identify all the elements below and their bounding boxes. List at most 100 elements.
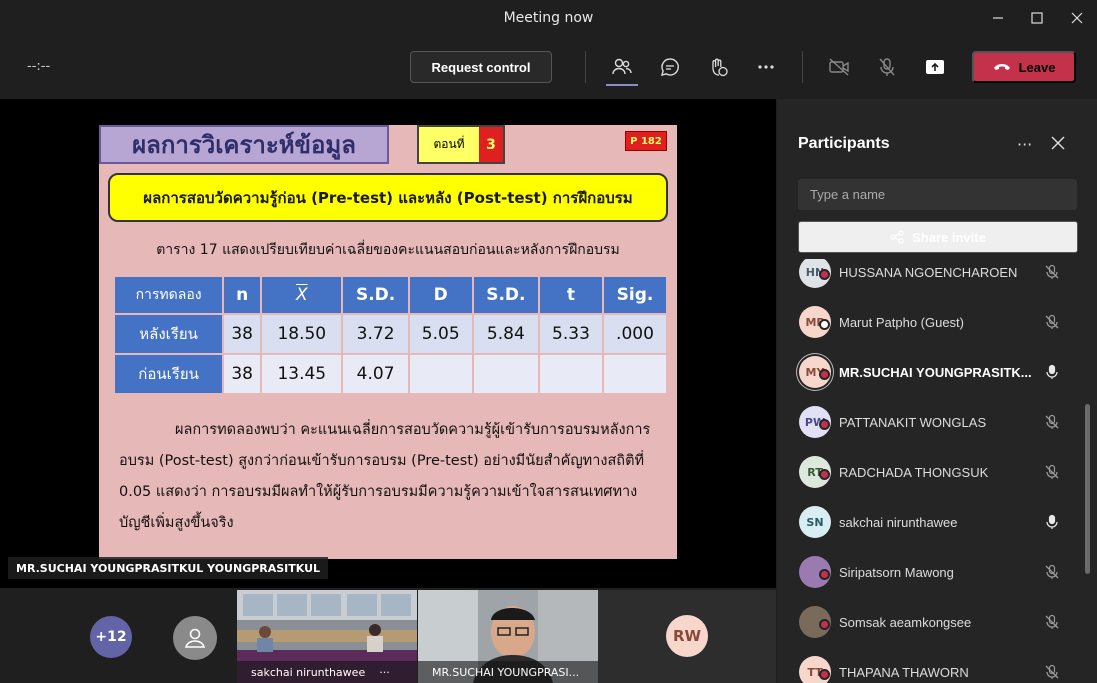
- mean-symbol: X: [295, 285, 308, 305]
- share-invite-button[interactable]: Share invite: [798, 221, 1078, 253]
- presence-status-badge: [819, 669, 830, 680]
- participant-row[interactable]: PW PATTANAKIT WONGLAS: [777, 397, 1077, 447]
- video-tile-name: sakchai nirunthawee ···: [237, 661, 417, 683]
- minimize-button[interactable]: [978, 0, 1018, 35]
- table-cell: ก่อนเรียน: [112, 353, 225, 395]
- share-invite-label: Share invite: [912, 229, 986, 245]
- share-icon: [890, 230, 904, 244]
- table-cell: [537, 353, 604, 395]
- participant-row[interactable]: MP Marut Patpho (Guest): [777, 297, 1077, 347]
- reactions-button[interactable]: [702, 51, 734, 83]
- table-cell: 4.07: [341, 353, 410, 395]
- request-control-button[interactable]: Request control: [410, 51, 552, 83]
- panel-close-button[interactable]: [1051, 135, 1065, 154]
- panel-title: Participants: [798, 135, 890, 152]
- video-tile[interactable]: MR.SUCHAI YOUNGPRASI...: [418, 590, 598, 683]
- table-header: n: [222, 275, 263, 315]
- mic-off-icon: [1043, 313, 1061, 331]
- participants-button[interactable]: [606, 51, 638, 86]
- part-label: ตอนที่: [433, 137, 465, 151]
- hang-up-icon: [993, 64, 1010, 70]
- table-row: ก่อนเรียน 38 13.45 4.07: [112, 353, 669, 395]
- chat-button[interactable]: [654, 51, 686, 83]
- participant-name: Marut Patpho (Guest): [839, 314, 964, 330]
- presenter-name-tag: MR.SUCHAI YOUNGPRASITKUL YOUNGPRASITKUL: [8, 557, 329, 579]
- table-header: t: [537, 275, 604, 315]
- table-cell: 38: [222, 313, 263, 355]
- meeting-timer: --:--: [27, 59, 51, 74]
- shared-screen: ผลการวิเคราะห์ข้อมูล ตอนที่ 3 P 182 ผลกา…: [0, 99, 776, 588]
- table-cell: [601, 353, 669, 395]
- camera-button[interactable]: [823, 51, 855, 83]
- mic-off-icon: [1043, 463, 1061, 481]
- maximize-button[interactable]: [1017, 0, 1057, 35]
- results-table: การทดลอง n X S.D. D S.D. t Sig. หลังเรีย…: [112, 275, 669, 395]
- participant-list-scrollbar[interactable]: [1085, 404, 1090, 574]
- panel-more-button[interactable]: ···: [1017, 135, 1032, 154]
- share-tray-icon: [926, 60, 944, 74]
- close-icon: [1051, 136, 1065, 150]
- table-cell: 18.50: [260, 313, 344, 355]
- chat-icon: [661, 58, 679, 76]
- participant-row[interactable]: MY MR.SUCHAI YOUNGPRASITK...: [777, 347, 1077, 397]
- participant-list: HN HUSSANA NGOENCHAROEN MP Marut Patpho (Gu…: [777, 259, 1097, 683]
- more-participants-bubble[interactable]: +12: [90, 616, 132, 658]
- table-cell: [471, 353, 540, 395]
- participant-name: MR.SUCHAI YOUNGPRASITK...: [839, 364, 1032, 380]
- part-number: 3: [479, 127, 503, 162]
- toolbar-divider: [802, 51, 803, 83]
- maximize-icon: [1031, 11, 1043, 24]
- minimize-icon: [993, 16, 1003, 19]
- close-icon: [1071, 12, 1083, 23]
- presence-status-badge: [819, 569, 830, 580]
- table-cell: [407, 353, 474, 395]
- participant-avatar: RW: [666, 615, 708, 657]
- leave-button[interactable]: Leave: [972, 51, 1076, 83]
- participant-name: Siripatsorn Mawong: [839, 564, 954, 580]
- mic-off-icon: [1043, 263, 1061, 281]
- participant-search-input[interactable]: [798, 179, 1077, 210]
- table-header: D: [407, 275, 474, 315]
- participant-name: THAPANA THAWORN: [839, 664, 969, 680]
- participant-name: PATTANAKIT WONGLAS: [839, 414, 987, 430]
- video-tile-name: MR.SUCHAI YOUNGPRASI...: [418, 661, 598, 683]
- mic-button[interactable]: [871, 51, 903, 83]
- participant-row[interactable]: HN HUSSANA NGOENCHAROEN: [777, 259, 1077, 297]
- leave-label: Leave: [1018, 59, 1056, 75]
- participant-row[interactable]: SN sakchai nirunthawee: [777, 497, 1077, 547]
- mic-icon: [1043, 513, 1061, 531]
- toolbar-divider: [585, 51, 586, 83]
- table-cell: 13.45: [260, 353, 344, 395]
- people-icon: [612, 58, 632, 75]
- table-header: Sig.: [601, 275, 669, 315]
- participant-name: Somsak aeamkongsee: [839, 614, 972, 630]
- share-screen-button[interactable]: [919, 51, 951, 83]
- table-cell: 5.05: [407, 313, 474, 355]
- close-window-button[interactable]: [1057, 0, 1097, 35]
- participant-row[interactable]: RT RADCHADA THONGSUK: [777, 447, 1077, 497]
- participants-panel: Participants ··· Share invite HNHUSSANA …: [777, 99, 1097, 683]
- more-actions-button[interactable]: [750, 51, 782, 83]
- video-tile[interactable]: sakchai nirunthawee ···: [237, 590, 417, 683]
- participant-name: HUSSANA NGOENCHAROEN: [839, 264, 1018, 280]
- title-bar: Meeting now: [0, 0, 1097, 35]
- mic-off-icon: [1043, 663, 1061, 681]
- slide-title: ผลการวิเคราะห์ข้อมูล: [99, 125, 389, 164]
- participant-name: RADCHADA THONGSUK: [839, 464, 989, 480]
- presence-status-badge: [819, 419, 830, 430]
- presence-status-badge: [819, 619, 830, 630]
- tile-more-icon[interactable]: ···: [379, 666, 390, 679]
- presence-status-badge: [819, 369, 830, 380]
- table-header-row: การทดลอง n X S.D. D S.D. t Sig.: [112, 275, 669, 315]
- participant-row[interactable]: Siripatsorn Mawong: [777, 547, 1077, 597]
- video-strip: +12 sakchai nirunthawee ··· MR.SUCHAI YO…: [0, 588, 776, 683]
- mic-off-icon: [1043, 563, 1061, 581]
- table-header: การทดลอง: [112, 275, 225, 315]
- participant-row[interactable]: TT THAPANA THAWORN: [777, 647, 1077, 683]
- video-tile[interactable]: RW: [598, 590, 776, 683]
- participant-row[interactable]: Somsak aeamkongsee: [777, 597, 1077, 647]
- person-icon: [184, 628, 206, 648]
- participant-avatar[interactable]: [173, 616, 217, 660]
- participant-avatar: SN: [799, 506, 831, 538]
- part-box: ตอนที่ 3: [417, 125, 505, 164]
